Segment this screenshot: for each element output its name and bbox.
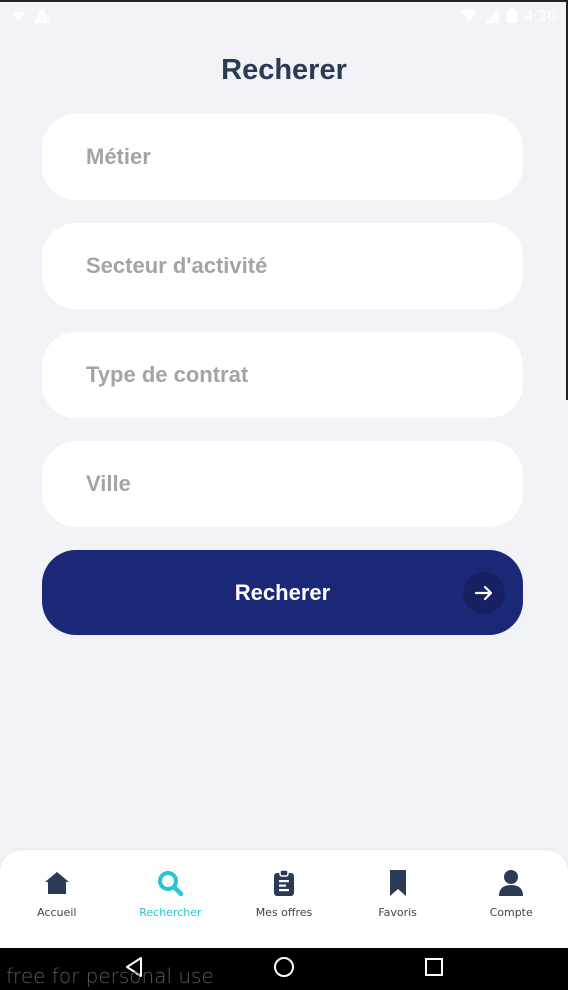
job-field[interactable] bbox=[42, 114, 523, 200]
search-button-label: Recherer bbox=[234, 579, 331, 605]
sector-field[interactable] bbox=[42, 223, 523, 309]
wifi-icon bbox=[460, 8, 477, 26]
search-button[interactable]: Recherer bbox=[42, 550, 523, 635]
status-right: 4:20 bbox=[460, 8, 556, 26]
nav-item-accueil[interactable]: Accueil bbox=[2, 868, 112, 919]
wifi-off-icon bbox=[12, 9, 26, 26]
warning-icon bbox=[34, 8, 50, 26]
arrow-right-icon bbox=[463, 572, 505, 614]
search-icon bbox=[155, 868, 185, 898]
user-icon bbox=[496, 868, 526, 898]
status-bar: 4:20 bbox=[0, 0, 568, 34]
contract-type-input[interactable] bbox=[86, 362, 523, 388]
android-nav-bar bbox=[0, 948, 568, 990]
bottom-nav: Accueil Rechercher Mes offres Favoris Co… bbox=[0, 850, 568, 948]
nav-label-compte: Compte bbox=[489, 906, 533, 919]
nav-label-rechercher: Rechercher bbox=[139, 906, 202, 919]
nav-label-accueil: Accueil bbox=[37, 906, 77, 919]
nav-item-favoris[interactable]: Favoris bbox=[343, 868, 453, 919]
signal-icon bbox=[484, 8, 499, 26]
clipboard-icon bbox=[269, 868, 299, 898]
city-field[interactable] bbox=[42, 441, 523, 527]
job-input[interactable] bbox=[86, 144, 523, 170]
bookmark-icon bbox=[383, 868, 413, 898]
home-circle-icon[interactable] bbox=[273, 956, 295, 983]
contract-type-field[interactable] bbox=[42, 332, 523, 418]
nav-item-mes-offres[interactable]: Mes offres bbox=[229, 868, 339, 919]
nav-label-favoris: Favoris bbox=[378, 906, 417, 919]
nav-item-rechercher[interactable]: Rechercher bbox=[115, 868, 225, 919]
recents-icon[interactable] bbox=[424, 957, 444, 982]
home-icon bbox=[42, 868, 72, 898]
page-title: Recherer bbox=[221, 54, 347, 86]
nav-item-compte[interactable]: Compte bbox=[456, 868, 566, 919]
status-left bbox=[12, 8, 50, 26]
sector-input[interactable] bbox=[86, 253, 523, 279]
battery-icon bbox=[506, 8, 517, 26]
nav-label-mes-offres: Mes offres bbox=[255, 906, 313, 919]
back-icon[interactable] bbox=[124, 956, 144, 983]
status-time: 4:20 bbox=[524, 9, 556, 25]
city-input[interactable] bbox=[86, 471, 523, 497]
